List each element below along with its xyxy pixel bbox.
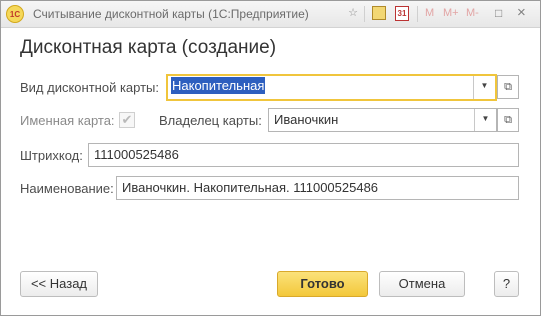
name-label: Наименование:: [20, 181, 114, 196]
card-type-label: Вид дисконтной карты:: [20, 80, 160, 95]
card-type-value: Накопительная: [171, 77, 266, 94]
owner-field[interactable]: Иваночкин ▼: [268, 108, 497, 132]
barcode-value: 111000525486: [94, 147, 179, 162]
name-value: Иваночкин. Накопительная. 111000525486: [122, 180, 379, 195]
owner-dropdown-button[interactable]: ▼: [474, 109, 496, 131]
calendar-icon[interactable]: 31: [395, 6, 409, 21]
toolbar-separator: [364, 6, 365, 22]
card-type-open-button[interactable]: ⧉: [497, 75, 519, 99]
owner-label: Владелец карты:: [159, 113, 262, 128]
window-title: Считывание дисконтной карты (1С:Предприя…: [33, 7, 309, 21]
barcode-field[interactable]: 111000525486: [88, 143, 519, 167]
form-heading: Дисконтная карта (создание): [20, 37, 277, 58]
star-icon[interactable]: ☆: [347, 7, 359, 19]
maximize-icon[interactable]: □: [495, 5, 502, 21]
done-button[interactable]: Готово: [277, 271, 368, 297]
m-minus-icon[interactable]: M-: [466, 5, 479, 21]
toolbar-separator: [417, 6, 418, 22]
named-card-checkbox[interactable]: ✔: [119, 112, 135, 128]
named-card-label: Именная карта:: [20, 113, 115, 128]
cancel-button[interactable]: Отмена: [379, 271, 465, 297]
card-type-dropdown-button[interactable]: ▼: [473, 76, 495, 99]
m-plus-icon[interactable]: M+: [443, 5, 459, 21]
name-field[interactable]: Иваночкин. Накопительная. 111000525486: [116, 176, 519, 200]
owner-value: Иваночкин: [274, 112, 339, 127]
owner-open-button[interactable]: ⧉: [497, 108, 519, 132]
check-icon: ✔: [121, 112, 133, 127]
open-form-icon: ⧉: [504, 81, 512, 93]
back-button[interactable]: << Назад: [20, 271, 98, 297]
app-logo-icon: 1С: [6, 5, 24, 23]
card-type-field[interactable]: Накопительная ▼: [166, 74, 497, 101]
close-icon[interactable]: ×: [517, 5, 526, 21]
barcode-label: Штрихкод:: [20, 148, 83, 163]
open-form-icon: ⧉: [504, 114, 512, 126]
title-bar: 1С Считывание дисконтной карты (1С:Предп…: [1, 1, 540, 28]
calculator-icon[interactable]: [372, 6, 386, 20]
dialog-window: 1С Считывание дисконтной карты (1С:Предп…: [0, 0, 541, 316]
help-button[interactable]: ?: [494, 271, 519, 297]
m-icon[interactable]: M: [425, 5, 434, 21]
